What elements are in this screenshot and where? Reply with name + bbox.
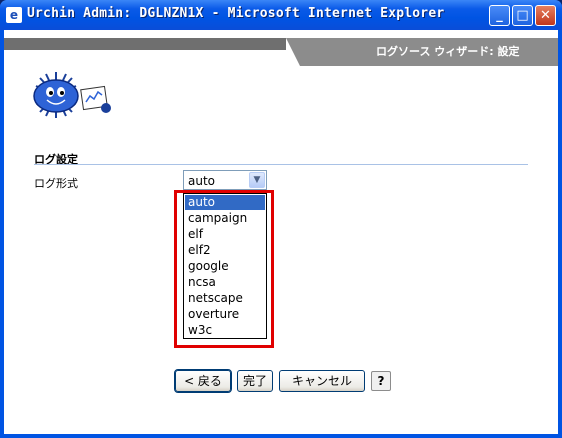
option-ncsa[interactable]: ncsa	[185, 275, 265, 290]
title-bar[interactable]: e Urchin Admin: DGLNZN1X - Microsoft Int…	[0, 0, 562, 30]
cancel-button[interactable]: キャンセル	[279, 370, 365, 392]
ie-icon: e	[6, 7, 22, 23]
option-elf[interactable]: elf	[185, 227, 265, 242]
log-format-dropdown[interactable]: auto campaign elf elf2 google ncsa netsc…	[183, 193, 267, 339]
option-campaign[interactable]: campaign	[185, 211, 265, 226]
log-format-label: ログ形式	[34, 177, 78, 190]
option-elf2[interactable]: elf2	[185, 243, 265, 258]
window-frame-bottom	[0, 434, 562, 438]
option-auto[interactable]: auto	[185, 195, 265, 210]
page-content: ログソース ウィザード: 設定 ログ設定 ログ形式 auto ▼ auto ca…	[4, 30, 558, 434]
minimize-button[interactable]: _	[489, 5, 510, 26]
option-overture[interactable]: overture	[185, 307, 265, 322]
window-title: Urchin Admin: DGLNZN1X - Microsoft Inter…	[27, 6, 445, 21]
header-bar-slant	[286, 38, 300, 66]
section-divider	[34, 164, 528, 165]
finish-button[interactable]: 完了	[237, 370, 273, 392]
log-format-select[interactable]: auto ▼	[183, 170, 267, 190]
log-format-value: auto	[188, 174, 216, 188]
close-button[interactable]: ✕	[535, 5, 556, 26]
urchin-mascot-icon	[33, 72, 111, 118]
help-icon[interactable]: ?	[371, 371, 391, 391]
header-bar-dark	[4, 38, 286, 50]
option-w3c[interactable]: w3c	[185, 323, 265, 338]
maximize-button[interactable]: □	[512, 5, 533, 26]
back-button[interactable]: < 戻る	[174, 369, 232, 393]
option-google[interactable]: google	[185, 259, 265, 274]
option-netscape[interactable]: netscape	[185, 291, 265, 306]
wizard-title: ログソース ウィザード: 設定	[376, 45, 520, 58]
chevron-down-icon[interactable]: ▼	[249, 172, 265, 188]
browser-window: e Urchin Admin: DGLNZN1X - Microsoft Int…	[0, 0, 562, 438]
